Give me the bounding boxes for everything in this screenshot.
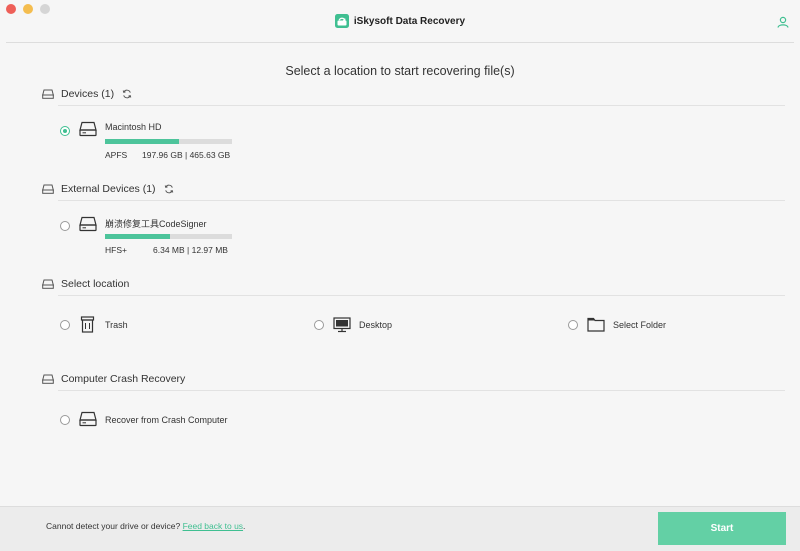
- crash-section-header: Computer Crash Recovery: [42, 371, 185, 387]
- trash-radio[interactable]: [60, 320, 70, 330]
- desktop-radio[interactable]: [314, 320, 324, 330]
- hard-drive-icon: [79, 121, 97, 137]
- minimize-window-button[interactable]: [23, 4, 33, 14]
- start-button[interactable]: Start: [658, 512, 786, 545]
- devices-section-divider: [58, 105, 785, 106]
- drive-icon: [42, 184, 54, 194]
- zoom-window-button[interactable]: [40, 4, 50, 14]
- location-section-divider: [58, 295, 785, 296]
- desktop-label: Desktop: [359, 320, 393, 330]
- drive-icon: [42, 279, 54, 289]
- drive-icon: [42, 374, 54, 384]
- device-usage-bar: [105, 139, 232, 144]
- devices-section-title: Devices (1): [61, 88, 115, 100]
- location-section-header: Select location: [42, 276, 129, 292]
- device-capacity: 197.96 GB | 465.63 GB: [142, 150, 231, 160]
- footer-message-suffix: .: [243, 521, 246, 531]
- title-bar: iSkysoft Data Recovery: [0, 0, 800, 44]
- trash-icon: [80, 316, 95, 333]
- footer-message-text: Cannot detect your drive or device?: [46, 521, 183, 531]
- drive-icon: [42, 89, 54, 99]
- footer-message: Cannot detect your drive or device? Feed…: [46, 521, 245, 531]
- device-name: Macintosh HD: [105, 122, 162, 132]
- select-folder-radio[interactable]: [568, 320, 578, 330]
- external-section-divider: [58, 200, 785, 201]
- external-usage-bar: [105, 234, 232, 239]
- hard-drive-icon: [79, 411, 97, 427]
- app-title-text: iSkysoft Data Recovery: [353, 15, 466, 27]
- select-folder-label: Select Folder: [613, 320, 667, 330]
- external-section-header: External Devices (1): [42, 181, 174, 197]
- external-device-radio[interactable]: [60, 221, 70, 231]
- devices-section-header: Devices (1): [42, 86, 132, 102]
- external-section-title: External Devices (1): [61, 183, 156, 195]
- crash-section-title: Computer Crash Recovery: [61, 373, 186, 385]
- crash-recovery-radio[interactable]: [60, 415, 70, 425]
- external-filesystem: HFS+: [105, 245, 127, 255]
- window-controls: [6, 4, 50, 14]
- crash-section-divider: [58, 390, 785, 391]
- external-usage-fill: [105, 234, 170, 239]
- external-capacity: 6.34 MB | 12.97 MB: [153, 245, 228, 255]
- refresh-icon[interactable]: [164, 184, 174, 194]
- user-icon[interactable]: [777, 16, 789, 28]
- device-radio-macintosh-hd[interactable]: [60, 126, 70, 136]
- trash-label: Trash: [105, 320, 128, 330]
- external-device-name: 崩溃修复工具CodeSigner: [105, 219, 207, 229]
- folder-icon: [587, 317, 605, 332]
- page-headline: Select a location to start recovering fi…: [285, 64, 515, 78]
- device-usage-fill: [105, 139, 179, 144]
- refresh-icon[interactable]: [122, 89, 132, 99]
- location-section-title: Select location: [61, 278, 130, 290]
- title-divider: [6, 42, 794, 43]
- crash-recovery-label: Recover from Crash Computer: [105, 415, 228, 425]
- device-filesystem: APFS: [105, 150, 128, 160]
- app-logo-icon: [334, 14, 349, 28]
- app-title: iSkysoft Data Recovery: [0, 14, 800, 28]
- hard-drive-icon: [79, 216, 97, 232]
- feedback-link[interactable]: Feed back to us: [183, 521, 243, 531]
- close-window-button[interactable]: [6, 4, 16, 14]
- monitor-icon: [333, 317, 351, 333]
